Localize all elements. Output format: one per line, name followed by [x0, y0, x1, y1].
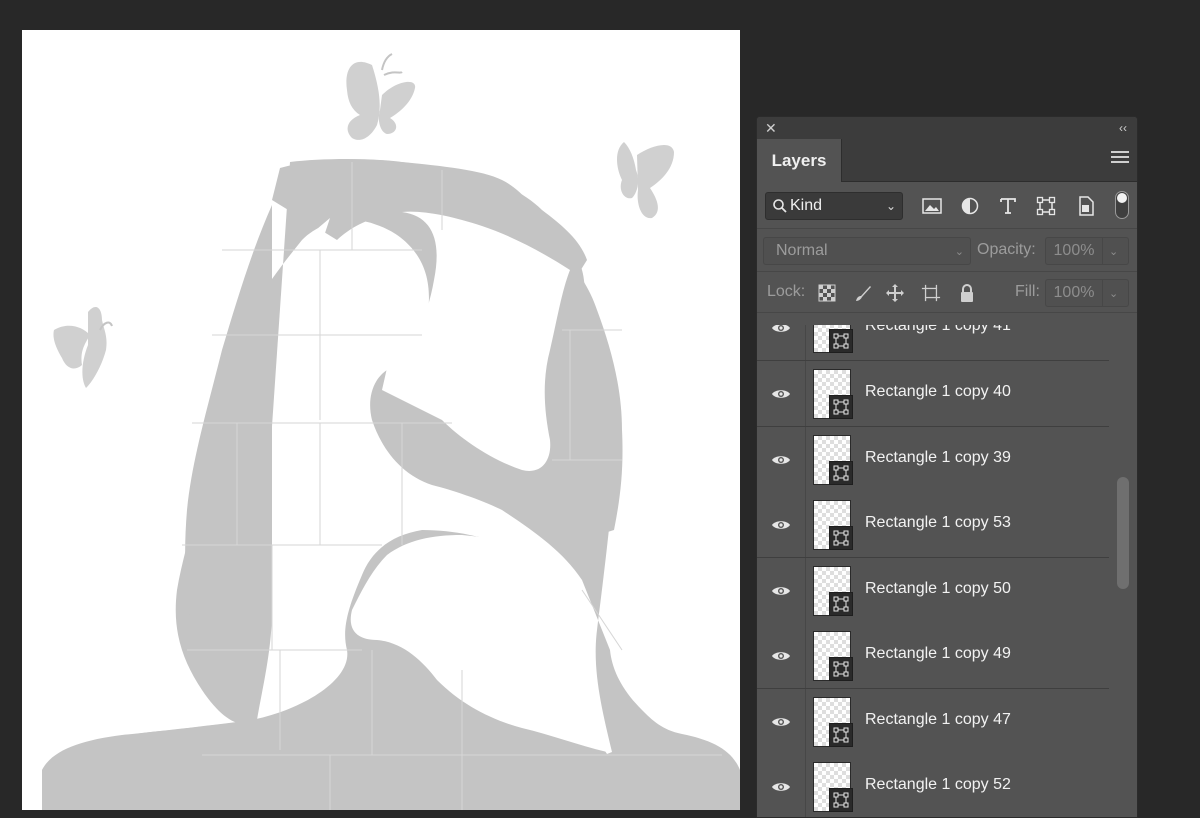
vector-shape-icon — [829, 526, 853, 550]
layer-row[interactable]: Rectangle 1 copy 49 — [757, 623, 1109, 689]
butterfly-right — [617, 142, 674, 219]
layers-panel: ✕ ‹‹ Layers Kind ⌄ Normal ⌄ Opacity: 100… — [756, 116, 1138, 818]
layer-list-scrollbar[interactable] — [1111, 325, 1135, 817]
panel-tab-bar: Layers — [757, 139, 1137, 182]
layer-name: Rectangle 1 copy 53 — [865, 514, 1011, 531]
fill-field[interactable]: 100% ⌄ — [1045, 279, 1129, 307]
document-canvas[interactable] — [22, 30, 740, 810]
small-gap-2 — [288, 302, 296, 360]
panel-title-bar: ✕ ‹‹ — [757, 117, 1137, 139]
lock-artboard-icon[interactable] — [921, 283, 941, 303]
chevron-down-icon: ⌄ — [954, 245, 964, 258]
layer-name: Rectangle 1 copy 50 — [865, 580, 1011, 597]
vector-shape-icon — [829, 329, 853, 353]
layer-row[interactable]: Rectangle 1 copy 41 — [757, 325, 1109, 361]
vector-shape-icon — [829, 723, 853, 747]
layer-list[interactable]: Rectangle 1 copy 41 Rectangle 1 copy 40 … — [757, 325, 1109, 817]
blend-mode-value: Normal — [776, 242, 828, 259]
lock-fill-row: Lock: Fill: 100% ⌄ — [757, 272, 1137, 313]
lock-label: Lock: — [767, 283, 806, 300]
vector-shape-icon — [829, 592, 853, 616]
image-filter-icon[interactable] — [921, 195, 943, 217]
tab-layers[interactable]: Layers — [757, 139, 842, 182]
search-icon — [773, 199, 787, 213]
lock-position-icon[interactable] — [885, 283, 905, 303]
chevron-down-icon: ⌄ — [885, 199, 896, 213]
yoga-figure-silhouette — [42, 159, 740, 810]
opacity-label: Opacity: — [977, 241, 1036, 258]
visibility-eye-icon[interactable] — [757, 623, 806, 688]
visibility-eye-icon[interactable] — [757, 325, 806, 360]
visibility-eye-icon[interactable] — [757, 492, 806, 557]
blend-mode-select[interactable]: Normal ⌄ — [763, 237, 971, 265]
visibility-eye-icon[interactable] — [757, 754, 806, 817]
layer-row[interactable]: Rectangle 1 copy 53 — [757, 492, 1109, 558]
lock-image-pixels-icon[interactable] — [853, 283, 873, 303]
layer-name: Rectangle 1 copy 39 — [865, 449, 1011, 466]
type-filter-icon[interactable] — [997, 195, 1019, 217]
vector-shape-icon — [829, 788, 853, 812]
layer-row[interactable]: Rectangle 1 copy 40 — [757, 361, 1109, 427]
filter-kind-select[interactable]: Kind ⌄ — [765, 192, 903, 220]
visibility-eye-icon[interactable] — [757, 689, 806, 754]
chevron-down-icon: ⌄ — [1109, 287, 1119, 300]
collapse-panel-icon[interactable]: ‹‹ — [1119, 120, 1127, 136]
adjustment-filter-icon[interactable] — [959, 195, 981, 217]
chevron-down-icon: ⌄ — [1109, 245, 1119, 258]
layer-name: Rectangle 1 copy 52 — [865, 776, 1011, 793]
layer-row[interactable]: Rectangle 1 copy 50 — [757, 558, 1109, 624]
opacity-value: 100% — [1046, 238, 1103, 264]
vector-shape-icon — [829, 395, 853, 419]
layer-name: Rectangle 1 copy 49 — [865, 645, 1011, 662]
layer-name: Rectangle 1 copy 40 — [865, 383, 1011, 400]
fill-value: 100% — [1046, 280, 1103, 306]
scrollbar-thumb[interactable] — [1117, 477, 1129, 589]
shape-filter-icon[interactable] — [1035, 195, 1057, 217]
panel-menu-icon[interactable] — [1111, 151, 1129, 165]
opacity-field[interactable]: 100% ⌄ — [1045, 237, 1129, 265]
butterfly-top — [346, 53, 416, 140]
butterfly-left — [53, 306, 113, 388]
layer-row[interactable]: Rectangle 1 copy 39 — [757, 427, 1109, 493]
filter-kind-label: Kind — [790, 197, 823, 214]
visibility-eye-icon[interactable] — [757, 361, 806, 426]
vector-shape-icon — [829, 657, 853, 681]
fill-label: Fill: — [1015, 283, 1040, 300]
visibility-eye-icon[interactable] — [757, 427, 806, 492]
smart-object-filter-icon[interactable] — [1075, 195, 1097, 217]
yoga-silhouette-artwork — [42, 53, 740, 810]
layer-filter-row: Kind ⌄ — [757, 182, 1137, 229]
lock-all-icon[interactable] — [957, 283, 977, 303]
filter-toggle-switch[interactable] — [1115, 191, 1129, 219]
close-panel-icon[interactable]: ✕ — [765, 120, 777, 136]
visibility-eye-icon[interactable] — [757, 558, 806, 623]
vector-shape-icon — [829, 461, 853, 485]
layer-name: Rectangle 1 copy 47 — [865, 711, 1011, 728]
lock-transparent-pixels-icon[interactable] — [817, 283, 837, 303]
layer-row[interactable]: Rectangle 1 copy 47 — [757, 689, 1109, 755]
blend-opacity-row: Normal ⌄ Opacity: 100% ⌄ — [757, 229, 1137, 272]
layer-row[interactable]: Rectangle 1 copy 52 — [757, 754, 1109, 817]
layer-name: Rectangle 1 copy 41 — [865, 325, 1011, 334]
